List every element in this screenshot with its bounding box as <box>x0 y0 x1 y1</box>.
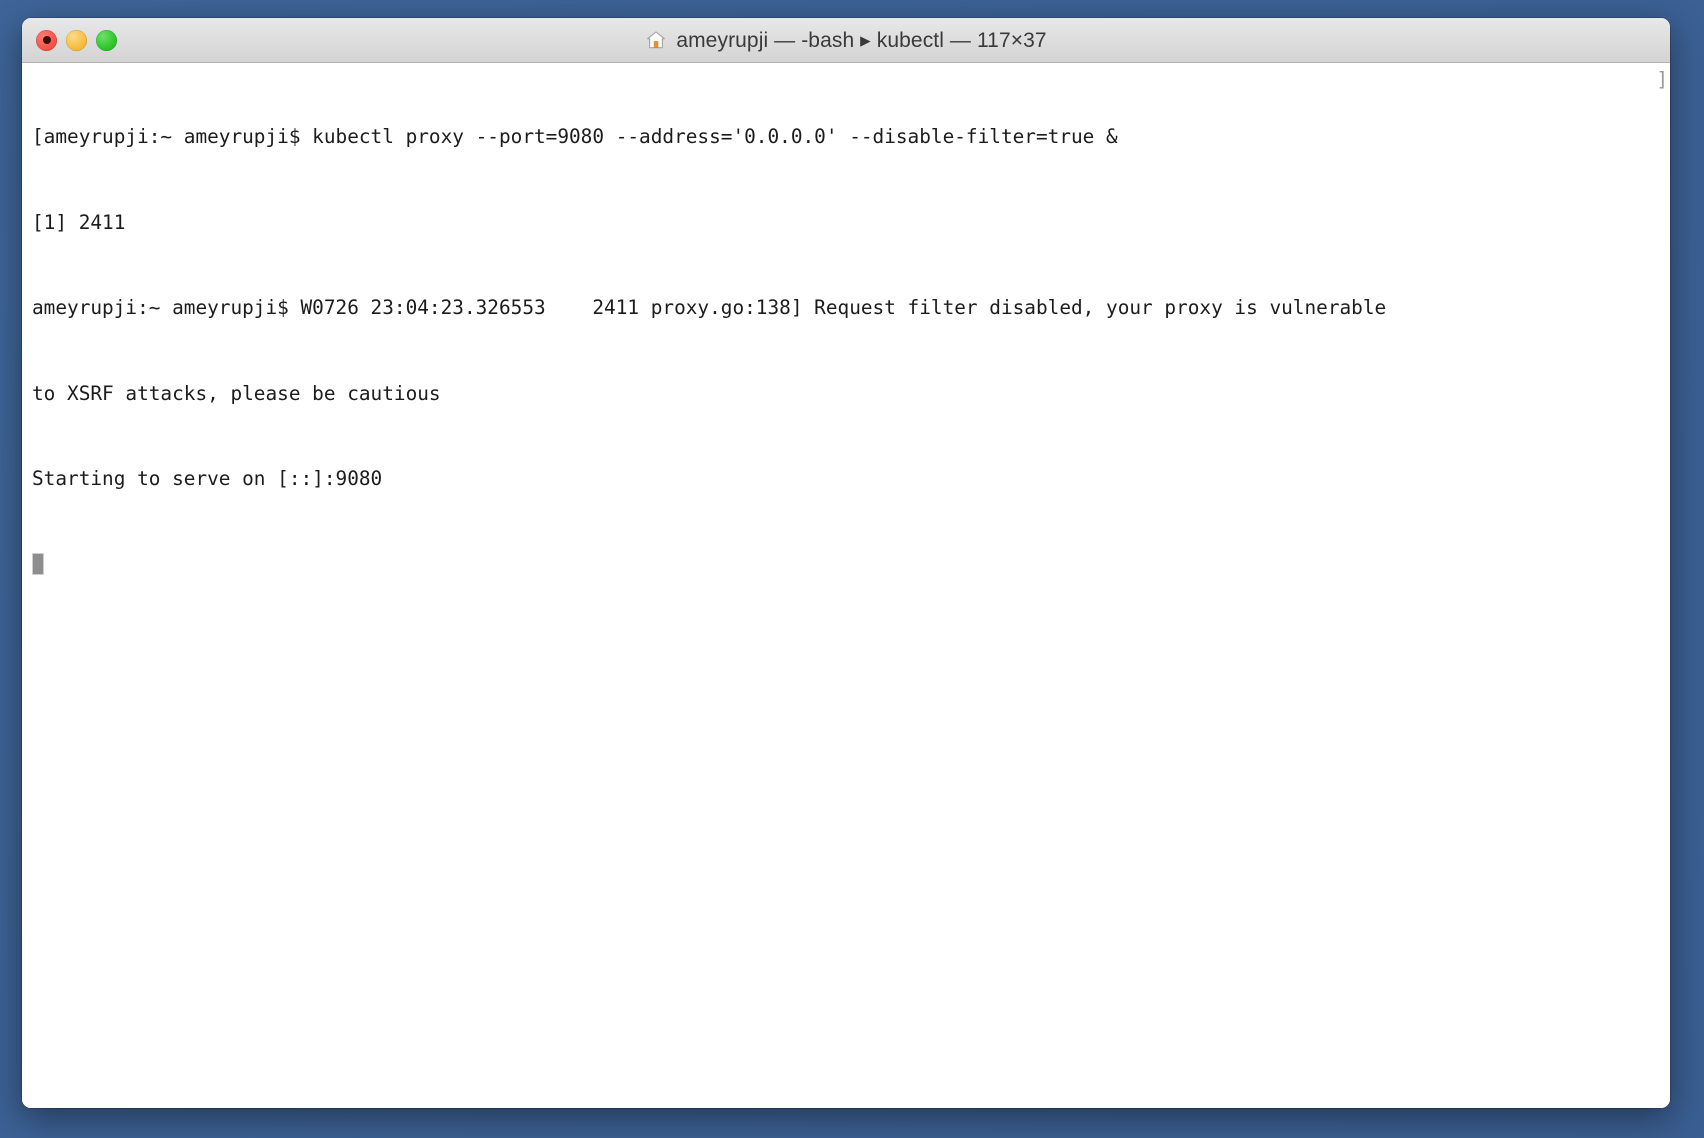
maximize-button[interactable] <box>96 29 117 51</box>
close-button[interactable] <box>36 29 57 51</box>
terminal-window: ameyrupji — -bash ▸ kubectl — 117×37 [am… <box>22 18 1670 1108</box>
window-controls <box>36 18 117 62</box>
window-title: ameyrupji — -bash ▸ kubectl — 117×37 <box>676 28 1047 52</box>
terminal-line: [1] 2411 <box>32 210 126 234</box>
terminal-line: Starting to serve on [::]:9080 <box>32 467 383 490</box>
home-icon <box>647 31 666 49</box>
terminal-line: [ameyrupji:~ ameyrupji$ kubectl proxy --… <box>32 125 1118 148</box>
terminal-output-area[interactable]: [ameyrupji:~ ameyrupji$ kubectl proxy --… <box>22 63 1670 1108</box>
terminal-line: ameyrupji:~ ameyrupji$ W0726 23:04:23.32… <box>32 296 1387 319</box>
terminal-wrap-bracket: ] <box>1656 68 1668 91</box>
minimize-button[interactable] <box>66 29 87 51</box>
terminal-line: to XSRF attacks, please be cautious <box>32 381 441 405</box>
terminal-cursor <box>32 552 44 575</box>
desktop-background: ameyrupji — -bash ▸ kubectl — 117×37 [am… <box>0 0 1704 1138</box>
terminal-cursor-line <box>32 551 1670 580</box>
terminal-text: [ameyrupji:~ ameyrupji$ kubectl proxy --… <box>32 66 1670 636</box>
window-titlebar[interactable]: ameyrupji — -bash ▸ kubectl — 117×37 <box>22 18 1670 63</box>
window-title-group: ameyrupji — -bash ▸ kubectl — 117×37 <box>22 18 1670 62</box>
